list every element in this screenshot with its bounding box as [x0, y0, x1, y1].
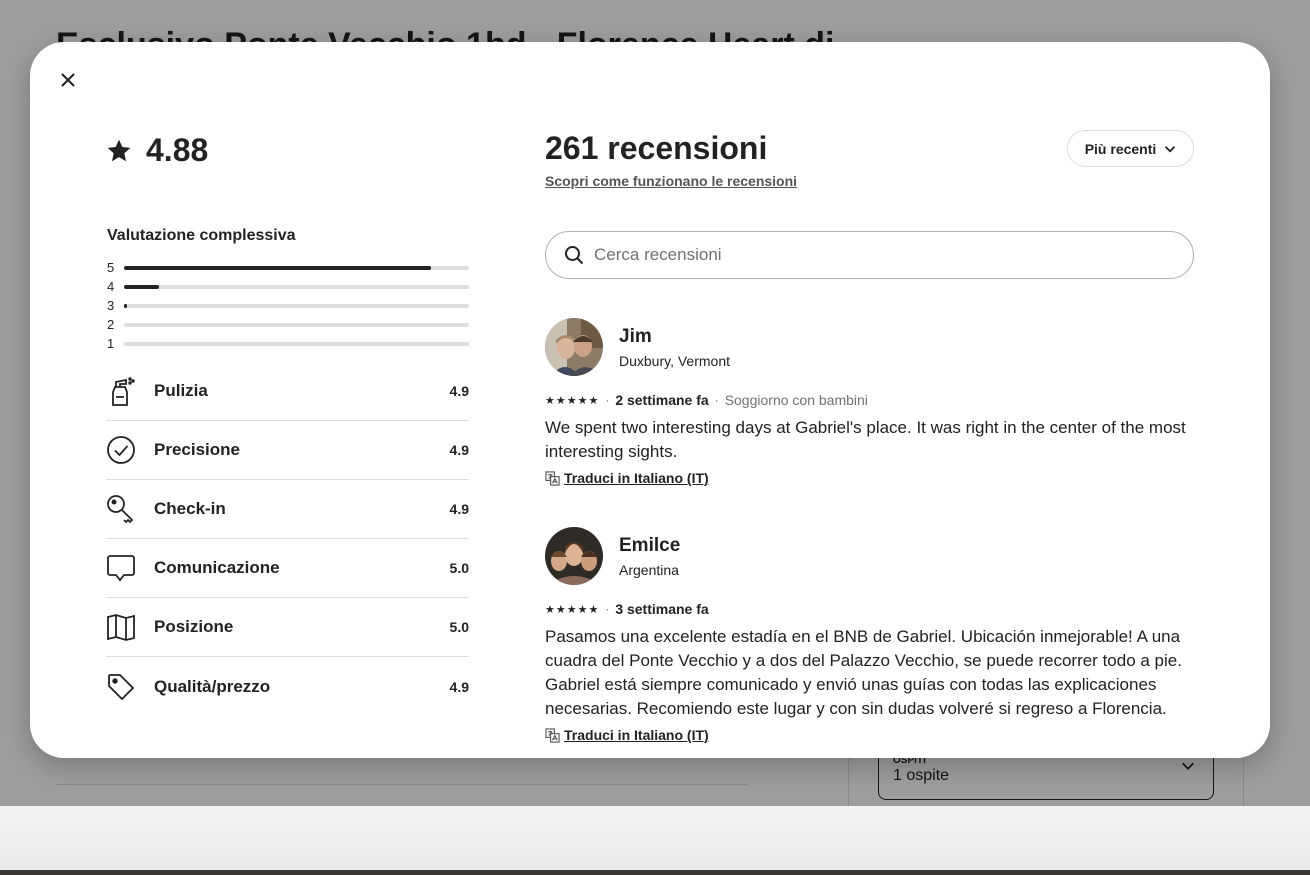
category-label: Comunicazione: [154, 558, 280, 577]
avatar[interactable]: [545, 527, 603, 585]
review-stay-type: Soggiorno con bambini: [724, 392, 868, 408]
distribution-fill: [124, 303, 128, 308]
rating-distribution: 5 4 3 2 1: [107, 258, 469, 353]
speech-bubble-icon: [106, 552, 154, 584]
category-score: 4.9: [449, 501, 469, 517]
reviewer-location: Duxbury, Vermont: [619, 352, 731, 369]
translate-label: Traduci in Italiano (IT): [564, 470, 709, 486]
separator-dot: ·: [714, 393, 719, 407]
map-icon: [106, 611, 154, 643]
star-icon: [107, 139, 131, 161]
category-row-cleanliness: Pulizia 4.9: [106, 362, 469, 421]
spray-bottle-icon: [106, 375, 154, 407]
category-row-checkin: Check-in 4.9: [106, 480, 469, 539]
separator-dot: ·: [605, 602, 610, 616]
review-text: We spent two interesting days at Gabriel…: [545, 418, 1186, 461]
distribution-row: 2: [107, 315, 469, 334]
distribution-bar: [124, 284, 469, 289]
category-label: Pulizia: [154, 381, 208, 400]
distribution-row: 3: [107, 296, 469, 315]
category-label: Precisione: [154, 440, 240, 459]
category-ratings: Pulizia 4.9 Precisione 4.9 Check-in 4.9 …: [106, 362, 469, 716]
distribution-star-label: 4: [107, 279, 115, 294]
reviewer-location: Argentina: [619, 561, 679, 578]
review-item: Jim Duxbury, Vermont ★★★★★ · 2 settimane…: [545, 318, 1194, 486]
check-circle-icon: [106, 434, 154, 466]
category-row-communication: Comunicazione 5.0: [106, 539, 469, 598]
translate-icon: [545, 470, 560, 486]
distribution-bar: [124, 341, 469, 346]
review-text: Pasamos una excelente estadía en el BNB …: [545, 627, 1182, 718]
review-date: 2 settimane fa: [615, 392, 709, 408]
translate-label: Traduci in Italiano (IT): [564, 727, 709, 743]
category-score: 5.0: [449, 560, 469, 576]
category-label: Qualità/prezzo: [154, 676, 271, 696]
distribution-star-label: 3: [107, 298, 115, 313]
category-score: 4.9: [449, 678, 469, 695]
close-button[interactable]: [52, 64, 84, 96]
browser-bottom-area: [0, 806, 1310, 870]
distribution-star-label: 2: [107, 317, 115, 332]
distribution-bar: [124, 322, 469, 327]
distribution-row: 1: [107, 334, 469, 353]
review-stars: ★★★★★: [545, 603, 600, 616]
reviewer-name: Emilce: [619, 534, 681, 556]
key-icon: [106, 493, 154, 525]
sort-dropdown[interactable]: Più recenti: [1067, 130, 1194, 167]
distribution-row: 4: [107, 277, 469, 296]
category-score: 4.9: [449, 383, 469, 399]
reviews-search[interactable]: [545, 231, 1194, 279]
bottom-strip: [0, 870, 1310, 875]
category-row-accuracy: Precisione 4.9: [106, 421, 469, 480]
translate-link[interactable]: Traduci in Italiano (IT): [545, 470, 1194, 486]
reviews-title: 261 recensioni: [545, 130, 768, 166]
chevron-down-icon: [1165, 145, 1176, 153]
review-date: 3 settimane fa: [615, 601, 709, 617]
category-row-location: Posizione 5.0: [106, 598, 469, 657]
translate-link[interactable]: Traduci in Italiano (IT): [545, 727, 1194, 743]
review-meta: ★★★★★ · 3 settimane fa: [545, 601, 1194, 617]
distribution-star-label: 5: [107, 260, 115, 275]
reviewer-name: Jim: [619, 325, 652, 347]
translate-icon: [545, 727, 560, 743]
separator-dot: ·: [605, 393, 610, 407]
reviews-modal: 4.88 Valutazione complessiva 5 4 3 2 1 P…: [30, 42, 1270, 758]
distribution-row: 5: [107, 258, 469, 277]
distribution-fill: [124, 284, 159, 289]
review-stars: ★★★★★: [545, 394, 600, 407]
category-label: Posizione: [154, 617, 234, 636]
category-score: 4.9: [449, 442, 469, 458]
distribution-star-label: 1: [107, 336, 115, 351]
search-icon: [565, 246, 584, 265]
review-header: Jim Duxbury, Vermont: [545, 318, 1194, 376]
close-icon: [61, 73, 75, 87]
search-input[interactable]: [594, 245, 1193, 265]
reviews-info-link[interactable]: Scopri come funzionano le recensioni: [545, 173, 797, 189]
category-row-value: Qualità/prezzo 4.9: [106, 657, 469, 716]
overall-rating-label: Valutazione complessiva: [107, 227, 296, 244]
category-score: 5.0: [449, 619, 469, 635]
distribution-bar: [124, 265, 469, 270]
category-label: Check-in: [154, 499, 226, 518]
distribution-bar: [124, 303, 469, 308]
price-tag-icon: [106, 671, 154, 703]
review-item: Emilce Argentina ★★★★★ · 3 settimane fa …: [545, 527, 1194, 743]
rating-header: 4.88: [106, 132, 208, 169]
review-meta: ★★★★★ · 2 settimane fa · Soggiorno con b…: [545, 392, 1194, 408]
distribution-fill: [124, 265, 432, 270]
avatar[interactable]: [545, 318, 603, 376]
overall-rating: 4.88: [146, 132, 209, 168]
sort-label: Più recenti: [1084, 140, 1157, 157]
review-header: Emilce Argentina: [545, 527, 1194, 585]
